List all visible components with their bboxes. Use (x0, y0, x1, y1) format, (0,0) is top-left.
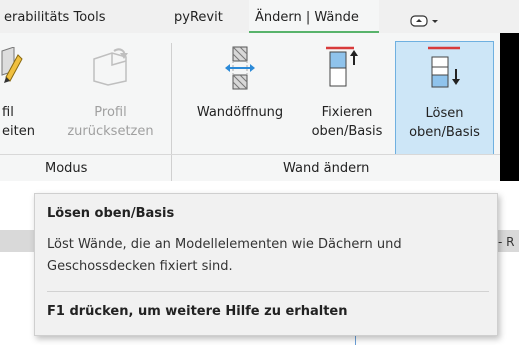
dropdown-icon (410, 15, 438, 27)
ribbon-edge (500, 33, 519, 181)
edit-profile-label: fil eiten (2, 105, 35, 139)
attach-top-base-icon (326, 46, 358, 87)
detach-top-base-label: Lösen oben/Basis (409, 106, 480, 140)
wall-opening-button[interactable]: Wandöffnung (180, 33, 300, 155)
reset-profile-icon (93, 48, 128, 86)
tab-interoperability-tools[interactable]: erabilitäts Tools (0, 0, 152, 33)
edit-profile-icon (1, 47, 23, 83)
panel-title-mode: Modus (45, 161, 88, 176)
ribbon-tab-bar: erabilitäts Tools pyRevit Ändern | Wände (0, 0, 519, 34)
tab-pyrevit[interactable]: pyRevit (174, 0, 244, 33)
attach-top-base-label: Fixieren oben/Basis (311, 105, 383, 139)
tooltip: Lösen oben/Basis Löst Wände, die an Mode… (34, 193, 498, 336)
panel-title-row: Modus Wand ändern (0, 154, 500, 181)
reset-profile-button[interactable]: Profil zurücksetzen (58, 33, 163, 155)
reset-profile-label: Profil zurücksetzen (67, 105, 154, 139)
detach-top-base-button[interactable]: Lösen oben/Basis (395, 41, 494, 155)
tooltip-title: Lösen oben/Basis (47, 206, 175, 221)
tooltip-help: F1 drücken, um weitere Hilfe zu erhalten (47, 304, 348, 319)
tooltip-body: Löst Wände, die an Modellelementen wie D… (47, 237, 402, 274)
panel-title-modify-wall: Wand ändern (283, 161, 370, 176)
tooltip-separator (47, 291, 489, 292)
edit-profile-button[interactable]: fil eiten (0, 33, 36, 155)
quick-access-dropdown[interactable] (410, 12, 440, 31)
wall-opening-label: Wandöffnung (196, 105, 284, 120)
view-tab-edge-text: - R (498, 235, 515, 249)
grid-line (355, 336, 356, 345)
detach-top-base-icon (428, 46, 460, 88)
tab-modify-walls[interactable]: Ändern | Wände (249, 0, 379, 34)
attach-top-base-button[interactable]: Fixieren oben/Basis (300, 33, 394, 155)
wall-opening-icon (225, 46, 255, 90)
